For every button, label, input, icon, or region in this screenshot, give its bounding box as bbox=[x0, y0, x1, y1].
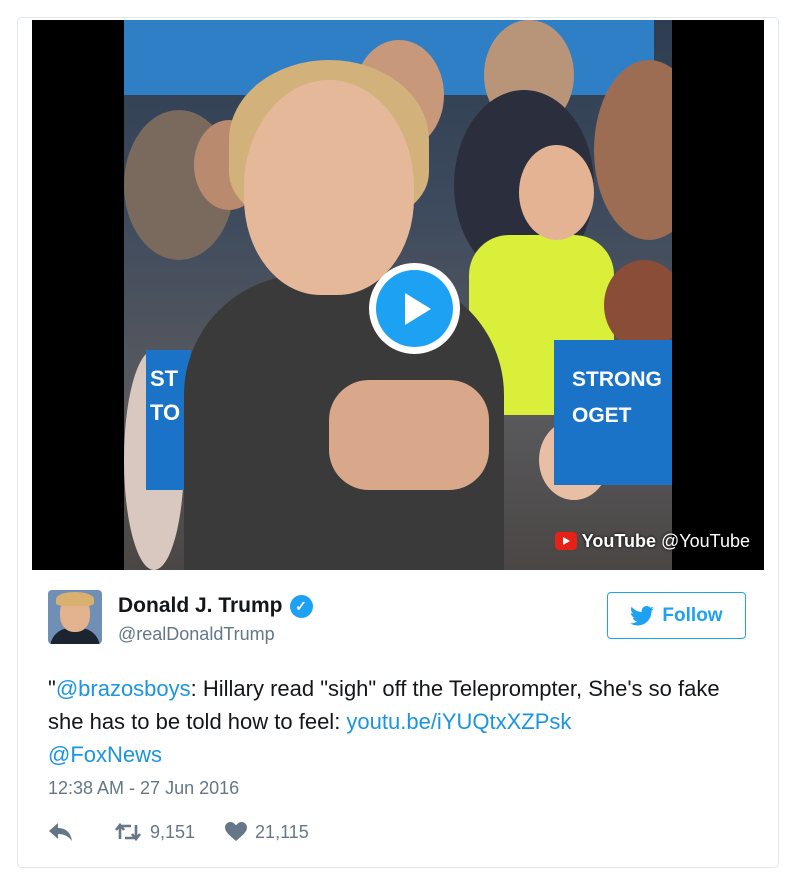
retweet-button[interactable]: 9,151 bbox=[114, 822, 195, 843]
tweet-text: "@brazosboys: Hillary read "sigh" off th… bbox=[48, 676, 720, 767]
sign-text: TO bbox=[150, 400, 181, 425]
youtube-logo-icon bbox=[554, 532, 577, 550]
embedded-tweet-card: ST TO STRONG OGET YouTube @YouTube Donal… bbox=[17, 17, 779, 868]
like-button[interactable]: 21,115 bbox=[225, 822, 309, 843]
youtube-attribution[interactable]: YouTube @YouTube bbox=[554, 528, 750, 554]
crowd-face bbox=[519, 145, 594, 240]
verified-badge-icon: ✓ bbox=[289, 594, 313, 618]
author-handle[interactable]: @realDonaldTrump bbox=[118, 624, 275, 645]
play-icon bbox=[376, 270, 453, 347]
tweet-timestamp[interactable]: 12:38 AM - 27 Jun 2016 bbox=[48, 778, 239, 799]
reply-icon bbox=[49, 823, 72, 841]
campaign-sign-right: STRONG OGET bbox=[554, 340, 672, 485]
youtube-name: YouTube bbox=[581, 530, 656, 551]
tweet-actions: 9,151 21,115 bbox=[48, 818, 309, 846]
play-button[interactable] bbox=[369, 263, 460, 354]
like-count: 21,115 bbox=[255, 821, 309, 842]
bird-icon bbox=[630, 605, 655, 625]
crowd-face bbox=[604, 260, 672, 350]
avatar[interactable] bbox=[48, 590, 102, 644]
sign-text: STRONG bbox=[572, 368, 662, 391]
follow-label: Follow bbox=[662, 604, 723, 626]
author-name-row[interactable]: Donald J. Trump ✓ bbox=[118, 594, 313, 618]
mention-link[interactable]: @FoxNews bbox=[48, 742, 162, 767]
retweet-icon bbox=[114, 822, 142, 842]
author-name[interactable]: Donald J. Trump bbox=[118, 594, 283, 618]
follow-button[interactable]: Follow bbox=[607, 592, 746, 639]
sign-text: ST bbox=[150, 366, 179, 391]
retweet-count: 9,151 bbox=[150, 821, 196, 842]
youtube-handle[interactable]: @YouTube bbox=[661, 531, 750, 552]
heart-icon bbox=[225, 822, 248, 841]
mention-link[interactable]: @brazosboys bbox=[56, 676, 191, 701]
speaker-hands bbox=[329, 380, 489, 490]
sign-text: OGET bbox=[572, 404, 632, 427]
video-link[interactable]: youtu.be/iYUQtxXZPsk bbox=[346, 709, 571, 734]
video-player[interactable]: ST TO STRONG OGET YouTube @YouTube bbox=[32, 20, 764, 570]
speaker-face bbox=[244, 80, 414, 295]
reply-button[interactable] bbox=[48, 822, 74, 842]
